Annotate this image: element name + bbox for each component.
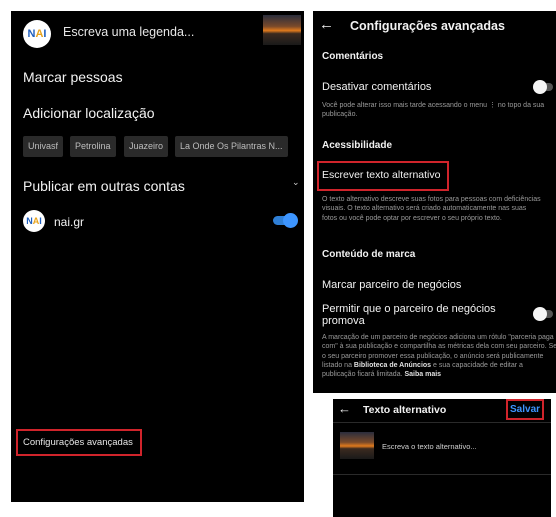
account-share-toggle[interactable] (273, 213, 298, 228)
chevron-down-icon[interactable]: ⌄ (292, 177, 300, 188)
location-chip[interactable]: Univasf (23, 136, 64, 157)
alt-text-input[interactable]: Escreva o texto alternativo... (382, 442, 477, 451)
caption-input[interactable]: Escreva uma legenda... (63, 25, 194, 39)
divider (333, 422, 551, 423)
account-avatar: NAI (23, 20, 51, 48)
advanced-settings-panel: ← Configurações avançadas Comentários De… (313, 11, 556, 393)
write-alt-text-item[interactable]: Escrever texto alternativo (322, 169, 440, 181)
alt-text-thumbnail (340, 432, 374, 459)
location-chip[interactable]: Juazeiro (124, 136, 169, 157)
disable-comments-label[interactable]: Desativar comentários (322, 81, 431, 93)
learn-more-link[interactable]: Saiba mais (405, 371, 442, 378)
new-post-panel: NAI Escreva uma legenda... Marcar pessoa… (11, 11, 304, 502)
disable-comments-toggle[interactable] (533, 80, 553, 94)
share-other-accounts-header[interactable]: Publicar em outras contas (23, 178, 185, 194)
comments-header: Comentários (322, 51, 384, 62)
page-title: Configurações avançadas (350, 19, 505, 33)
post-thumbnail (263, 15, 301, 45)
allow-partner-line-1: Permitir que o parceiro de negócios (322, 303, 496, 315)
partner-note: A marcação de um parceiro de negócios ad… (322, 333, 556, 379)
alt-text-note: O texto alternativo descreve suas fotos … (322, 196, 541, 222)
alt-text-title: Texto alternativo (363, 404, 447, 416)
avatar-logo: NAI (27, 28, 47, 40)
allow-partner-promote-toggle[interactable] (533, 307, 553, 321)
advanced-settings-link[interactable]: Configurações avançadas (23, 437, 133, 448)
ad-library-link[interactable]: Biblioteca de Anúncios (354, 362, 431, 369)
allow-partner-line-2: promova (322, 315, 365, 327)
alt-text-panel: ← Texto alternativo Salvar Escreva o tex… (333, 399, 551, 517)
avatar-logo: NAI (26, 216, 42, 226)
brand-content-header: Conteúdo de marca (322, 249, 416, 260)
accessibility-header: Acessibilidade (322, 140, 393, 151)
allow-partner-promote-label[interactable]: Permitir que o parceiro de negócios prom… (322, 303, 496, 327)
divider (333, 474, 551, 475)
back-arrow-icon[interactable]: ← (338, 401, 351, 416)
account-name: nai.gr (54, 215, 85, 229)
add-location-item[interactable]: Adicionar localização (23, 105, 155, 121)
comments-note: Você pode alterar isso mais tarde acessa… (322, 102, 545, 119)
back-arrow-icon[interactable]: ← (319, 16, 334, 33)
tag-people-item[interactable]: Marcar pessoas (23, 69, 123, 85)
tag-business-partner-item[interactable]: Marcar parceiro de negócios (322, 279, 461, 291)
location-chip[interactable]: La Onde Os Pilantras N... (175, 136, 288, 157)
account-avatar: NAI (23, 210, 45, 232)
location-chip[interactable]: Petrolina (70, 136, 116, 157)
save-button[interactable]: Salvar (510, 404, 540, 415)
